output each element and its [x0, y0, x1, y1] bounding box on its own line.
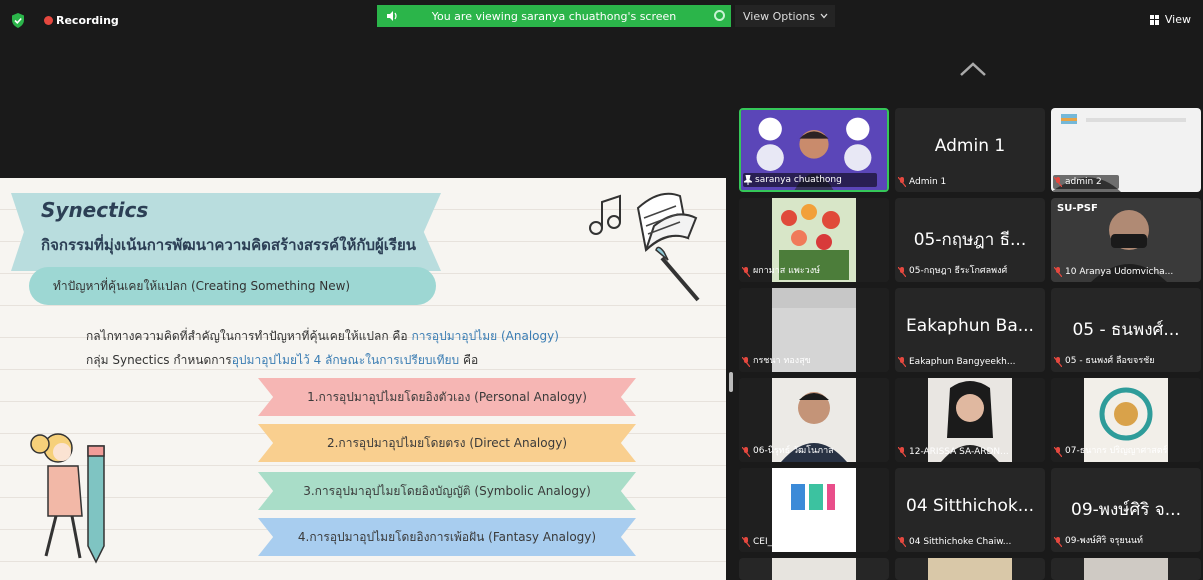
- zoom-window: Recording You are viewing saranya chuath…: [0, 0, 1203, 580]
- view-options-button[interactable]: View Options: [735, 5, 835, 27]
- participant-name: Eakaphun Bangyeekh...: [909, 357, 1016, 367]
- participant-display-name: 05 - ธนพงศ์...: [1072, 320, 1180, 340]
- splitter-handle[interactable]: [729, 372, 733, 392]
- mic-muted-icon: [898, 177, 906, 187]
- participant-tile-aranya[interactable]: SU-PSF 10 Aranya Udomvicha...: [1051, 198, 1201, 282]
- analogy-pill-symbolic: 3.การอุปมาอุปไมยโดยอิงบัญญัติ (Symbolic …: [258, 472, 636, 510]
- body-line-1-highlight: การอุปมาอุปไมย (Analogy): [411, 329, 559, 343]
- participant-display-name: Admin 1: [934, 136, 1006, 156]
- banner-text: You are viewing saranya chuathong's scre…: [431, 9, 677, 23]
- participant-name: 09-พงษ์ศิริ จรุยนนท์: [1065, 536, 1143, 546]
- participant-tile-admin1[interactable]: Admin 1 Admin 1: [895, 108, 1045, 192]
- participant-name: 04 Sitthichoke Chaiw...: [909, 537, 1012, 547]
- participant-display-name: 05-กฤษฎา ธี...: [913, 230, 1027, 250]
- participant-tile-partial-2[interactable]: [895, 558, 1045, 580]
- mic-muted-icon: [742, 357, 750, 367]
- participant-name: 10 Aranya Udomvicha...: [1065, 267, 1174, 277]
- participant-display-name: 09-พงษ์ศิริ จ...: [1071, 500, 1181, 520]
- body-line-2: กลุ่ม Synectics กำหนดการอุปมาอุปไมยไว้ 4…: [86, 351, 478, 370]
- video-feed-partial: [928, 558, 1012, 580]
- participant-tile-admin2[interactable]: admin 2: [1051, 108, 1201, 192]
- participant-tile-eakaphun[interactable]: Eakaphun Ba... Eakaphun Bangyeekh...: [895, 288, 1045, 372]
- highlight-pill: ทำปัญหาที่คุ้นเคยให้แปลก (Creating Somet…: [29, 267, 436, 305]
- participant-tile-nirut[interactable]: 06-นิรุทธ์ วัฒโนภาส: [739, 378, 889, 462]
- mic-muted-icon: [1054, 537, 1062, 547]
- participant-tile-thanaphong[interactable]: 05 - ธนพงศ์... 05 - ธนพงศ์ ลือขจรชัย: [1051, 288, 1201, 372]
- analogy-pill-fantasy: 4.การอุปมาอุปไมยโดยอิงการเพ้อฝัน (Fantas…: [258, 518, 636, 556]
- participant-tile-partial-1[interactable]: [739, 558, 889, 580]
- participant-tile-kritsada[interactable]: 05-กฤษฎา ธี... 05-กฤษฎา ธีระโกศลพงศ์: [895, 198, 1045, 282]
- video-feed-partial: [772, 558, 856, 580]
- mic-muted-icon: [898, 267, 906, 277]
- tile-overlay-label: SU-PSF: [1057, 203, 1098, 214]
- view-options-label: View Options: [743, 9, 816, 23]
- recording-dot-icon: [44, 16, 53, 25]
- mic-muted-icon: [742, 447, 750, 457]
- grid-view-icon: [1149, 14, 1160, 25]
- video-feed-partial: [1084, 558, 1168, 580]
- slide-title: Synectics: [41, 198, 149, 222]
- participant-name: Admin 1: [909, 177, 947, 187]
- participant-tile-sitthichoke[interactable]: 04 Sitthichok... 04 Sitthichoke Chaiw...: [895, 468, 1045, 552]
- analogy-pill-personal: 1.การอุปมาอุปไมยโดยอิงตัวเอง (Personal A…: [258, 378, 636, 416]
- girl-with-pencil-illustration-icon: [30, 433, 105, 564]
- mic-muted-icon: [1054, 177, 1062, 187]
- mic-muted-icon: [1054, 447, 1062, 457]
- body-line-2-highlight: อุปมาอุปไมยไว้ 4 ลักษณะในการเปรียบเทียบ: [231, 353, 460, 367]
- participant-tile-partial-3[interactable]: [1051, 558, 1201, 580]
- participant-name: 12-ARISSA SA-ARDN...: [909, 447, 1009, 457]
- speaker-icon: [387, 11, 397, 21]
- participant-tile-saranya[interactable]: saranya chuathong: [739, 108, 889, 192]
- mic-muted-icon: [898, 357, 906, 367]
- shared-slide: Synectics กิจกรรมที่มุ่งเน้นการพัฒนาความ…: [0, 178, 726, 580]
- security-shield-icon[interactable]: [11, 13, 25, 28]
- book-music-illustration-icon: [589, 192, 700, 302]
- participant-name: saranya chuathong: [755, 175, 842, 185]
- participant-name: ผกามาส แพะวงษ์: [753, 266, 821, 276]
- share-status-indicator-icon: [714, 10, 725, 21]
- slide-subtitle: กิจกรรมที่มุ่งเน้นการพัฒนาความคิดสร้างสร…: [41, 236, 416, 254]
- participant-display-name: Eakaphun Ba...: [906, 316, 1034, 336]
- participant-name: CEI_SU: [753, 537, 785, 547]
- participant-name: admin 2: [1065, 177, 1102, 187]
- mic-muted-icon: [898, 447, 906, 457]
- recording-label: Recording: [56, 14, 119, 27]
- participant-name: 07-ธนากร ปริญญาศาสตร์: [1065, 446, 1168, 456]
- mic-muted-icon: [1054, 357, 1062, 367]
- participant-tile-arissa[interactable]: 12-ARISSA SA-ARDN...: [895, 378, 1045, 462]
- participant-tile-thanakorn[interactable]: 07-ธนากร ปริญญาศาสตร์: [1051, 378, 1201, 462]
- participant-name: 05 - ธนพงศ์ ลือขจรชัย: [1065, 356, 1155, 366]
- body-line-1-text: กลไกทางความคิดที่สำคัญในการทำปัญหาที่คุ้…: [86, 329, 412, 343]
- mic-muted-icon: [898, 537, 906, 547]
- chevron-down-icon: [820, 13, 828, 19]
- participant-tile-kornchana[interactable]: กรชนา ทองสุข: [739, 288, 889, 372]
- mic-muted-icon: [1054, 267, 1062, 277]
- view-layout-button[interactable]: View: [1149, 13, 1191, 26]
- mic-muted-icon: [742, 537, 750, 547]
- view-label: View: [1164, 13, 1191, 26]
- participant-tile-cei[interactable]: CEI_SU: [739, 468, 889, 552]
- participant-pin-icon: [744, 175, 752, 185]
- body-line-1: กลไกทางความคิดที่สำคัญในการทำปัญหาที่คุ้…: [86, 327, 559, 346]
- participant-tile-flowers[interactable]: ผกามาส แพะวงษ์: [739, 198, 889, 282]
- participant-tile-phongsiri[interactable]: 09-พงษ์ศิริ จ... 09-พงษ์ศิริ จรุยนนท์: [1051, 468, 1201, 552]
- participant-name: 06-นิรุทธ์ วัฒโนภาส: [753, 446, 834, 456]
- participant-name: 05-กฤษฎา ธีระโกศลพงศ์: [909, 266, 1008, 276]
- screen-share-banner: You are viewing saranya chuathong's scre…: [377, 5, 731, 27]
- body-line-2-suffix: คือ: [459, 353, 479, 367]
- collapse-gallery-chevron-up-icon[interactable]: [958, 60, 988, 78]
- analogy-pill-direct: 2.การอุปมาอุปไมยโดยตรง (Direct Analogy): [258, 424, 636, 462]
- body-line-2-prefix: กลุ่ม Synectics กำหนดการ: [86, 353, 232, 367]
- participant-display-name: 04 Sitthichok...: [906, 496, 1034, 516]
- participant-name: กรชนา ทองสุข: [753, 356, 811, 366]
- mic-muted-icon: [742, 267, 750, 277]
